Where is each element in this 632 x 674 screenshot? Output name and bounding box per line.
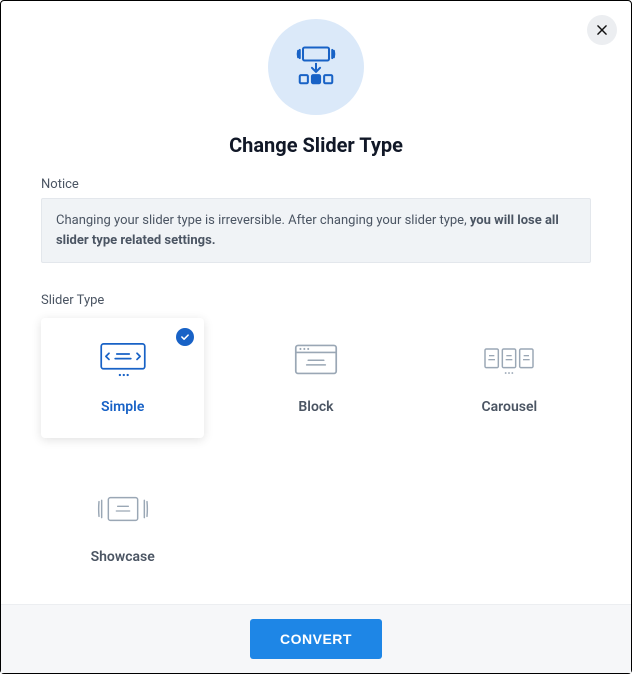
simple-slider-icon — [95, 341, 151, 381]
selected-check-icon — [176, 328, 194, 346]
showcase-slider-icon — [95, 491, 151, 531]
slider-type-hero-icon — [268, 19, 364, 115]
close-button[interactable] — [587, 15, 617, 45]
option-label: Carousel — [482, 399, 538, 415]
option-showcase[interactable]: Showcase — [41, 468, 204, 588]
option-label: Showcase — [91, 549, 155, 565]
block-slider-icon — [288, 341, 344, 381]
dialog-body: Change Slider Type Notice Changing your … — [1, 1, 631, 604]
slider-type-label: Slider Type — [41, 293, 591, 308]
carousel-slider-icon — [481, 341, 537, 381]
dialog-header: Change Slider Type — [41, 19, 591, 157]
option-label: Simple — [101, 399, 144, 415]
option-label: Block — [298, 399, 333, 415]
convert-button[interactable]: CONVERT — [250, 619, 382, 659]
dialog-footer: CONVERT — [1, 604, 631, 673]
notice-label: Notice — [41, 177, 591, 192]
change-slider-type-dialog: Change Slider Type Notice Changing your … — [0, 0, 632, 674]
option-block[interactable]: Block — [234, 318, 397, 438]
close-icon — [595, 23, 609, 37]
notice-box: Changing your slider type is irreversibl… — [41, 198, 591, 263]
option-carousel[interactable]: Carousel — [428, 318, 591, 438]
dialog-title: Change Slider Type — [229, 133, 403, 157]
notice-text: Changing your slider type is irreversibl… — [56, 213, 470, 228]
slider-type-grid: Simple Block — [41, 318, 591, 588]
option-simple[interactable]: Simple — [41, 318, 204, 438]
